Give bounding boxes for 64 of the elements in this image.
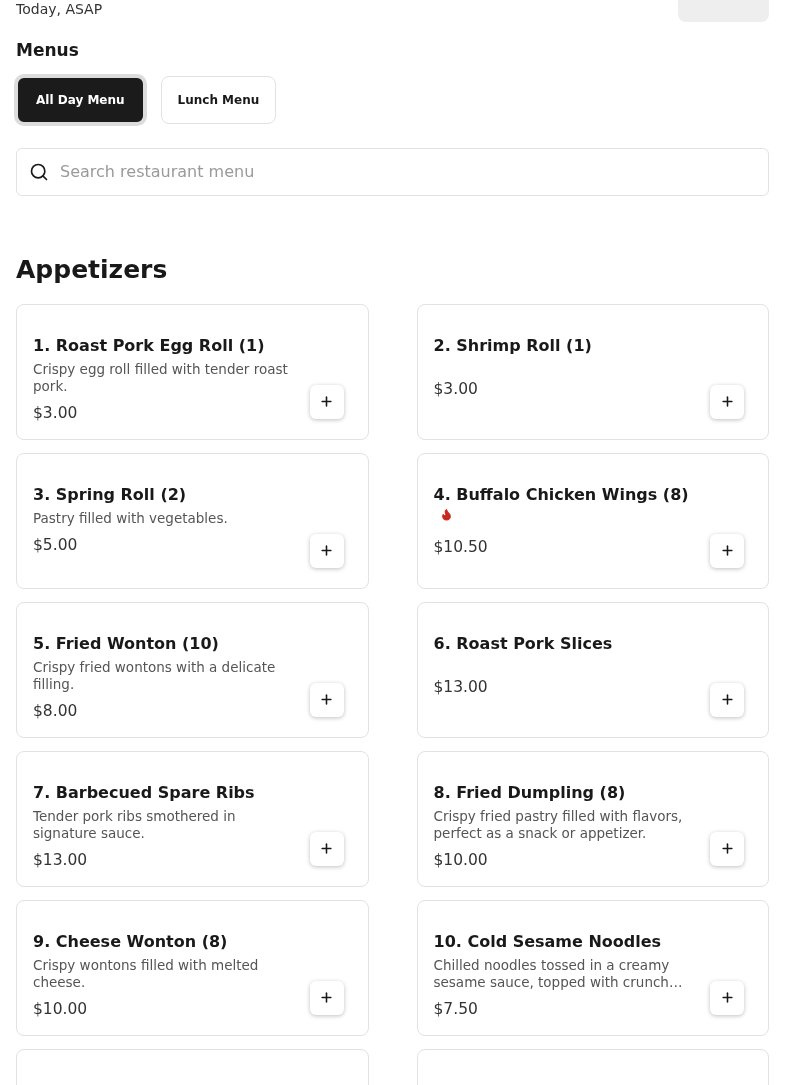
item-price: $8.00 (33, 701, 78, 720)
plus-icon (719, 543, 735, 558)
item-price: $13.00 (33, 850, 88, 869)
menu-item-card[interactable]: 10. Cold Sesame Noodles Chilled noodles tossed in a creamy sesame sauce, topped with crunch… $7.50 (416, 899, 769, 1036)
menu-tab[interactable]: Lunch Menu (160, 75, 277, 124)
item-description: Crispy fried wontons with a delicate filling. (33, 658, 277, 693)
item-name: 5. Fried Wonton (10) (33, 632, 220, 655)
item-name: 8. Fried Dumpling (8) (433, 781, 627, 804)
item-name: 9. Cheese Wonton (8) (33, 930, 229, 953)
plus-icon (319, 990, 334, 1005)
item-description: Crispy egg roll filled with tender roast pork. (33, 360, 289, 395)
add-button[interactable] (710, 831, 744, 866)
menu-item-card[interactable]: 3. Spring Roll (2) Pastry filled with vegetables. $5.00 (16, 452, 369, 589)
item-name: 4. Buffalo Chicken Wings (8) (433, 483, 690, 506)
menu-item-card[interactable]: 7. Barbecued Spare Ribs Tender pork ribs smothered in signature sauce. $13.00 (16, 750, 369, 887)
plus-icon (319, 394, 334, 409)
item-price: $3.00 (433, 379, 478, 398)
menu-item-card[interactable]: 6. Roast Pork Slices $13.00 (416, 601, 769, 738)
item-price: $10.50 (433, 537, 488, 556)
item-price: $7.50 (433, 999, 478, 1018)
section-heading: Appetizers (16, 253, 169, 286)
plus-icon (319, 692, 334, 707)
add-button[interactable] (309, 831, 344, 866)
add-button[interactable] (710, 533, 744, 568)
item-price: $5.00 (33, 535, 78, 554)
plus-icon (719, 692, 735, 707)
add-button[interactable] (309, 682, 344, 717)
item-name: 10. Cold Sesame Noodles (433, 930, 663, 953)
menu-item-card[interactable]: 5. Fried Wonton (10) Crispy fried wontons with a delicate filling. $8.00 (16, 601, 369, 738)
item-description: Crispy fried pastry filled with flavors, perfect as a snack or appetizer. (433, 807, 684, 842)
item-name: 1. Roast Pork Egg Roll (1) (33, 334, 266, 357)
menu-item-card[interactable]: 4. Buffalo Chicken Wings (8) $10.50 (416, 452, 769, 589)
delivery-time: Today, ASAP (16, 0, 103, 19)
item-name: 7. Barbecued Spare Ribs (33, 781, 256, 804)
plus-icon (319, 543, 334, 558)
plus-icon (719, 394, 735, 409)
menus-heading: Menus (16, 39, 80, 62)
item-name: 2. Shrimp Roll (1) (433, 334, 593, 357)
item-name: 3. Spring Roll (2) (33, 483, 188, 506)
item-description: Crispy wontons filled with melted cheese. (33, 956, 260, 991)
item-price: $10.00 (433, 850, 488, 869)
item-description: Pastry filled with vegetables. (33, 509, 229, 527)
add-button[interactable] (309, 533, 344, 568)
add-button[interactable] (710, 682, 744, 717)
add-button[interactable] (710, 980, 744, 1015)
add-button[interactable] (309, 980, 344, 1015)
menu-tab[interactable]: All Day Menu (16, 75, 145, 124)
item-description: Tender pork ribs smothered in signature sauce. (33, 807, 237, 842)
plus-icon (319, 841, 334, 856)
item-price: $3.00 (33, 403, 78, 422)
add-button[interactable] (710, 384, 744, 419)
add-button[interactable] (309, 384, 344, 419)
menu-item-card[interactable]: 1. Roast Pork Egg Roll (1) Crispy egg roll filled with tender roast pork. $3.00 (16, 303, 369, 440)
item-price: $10.00 (33, 999, 88, 1018)
plus-icon (719, 990, 735, 1005)
item-name: 6. Roast Pork Slices (433, 632, 614, 655)
plus-icon (719, 841, 735, 856)
search-field[interactable]: Search restaurant menu (16, 147, 769, 196)
menu-item-card[interactable]: 8. Fried Dumpling (8) Crispy fried pastry filled with flavors, perfect as a snack or appetizer. $10.00 (416, 750, 769, 887)
search-icon (29, 161, 49, 182)
menu-item-card[interactable]: 2. Shrimp Roll (1) $3.00 (416, 303, 769, 440)
menu-item-card[interactable]: 9. Cheese Wonton (8) Crispy wontons filled with melted cheese. $10.00 (16, 899, 369, 1036)
item-description: Chilled noodles tossed in a creamy sesame sauce, topped with crunch… (433, 956, 684, 991)
item-price: $13.00 (433, 677, 488, 696)
